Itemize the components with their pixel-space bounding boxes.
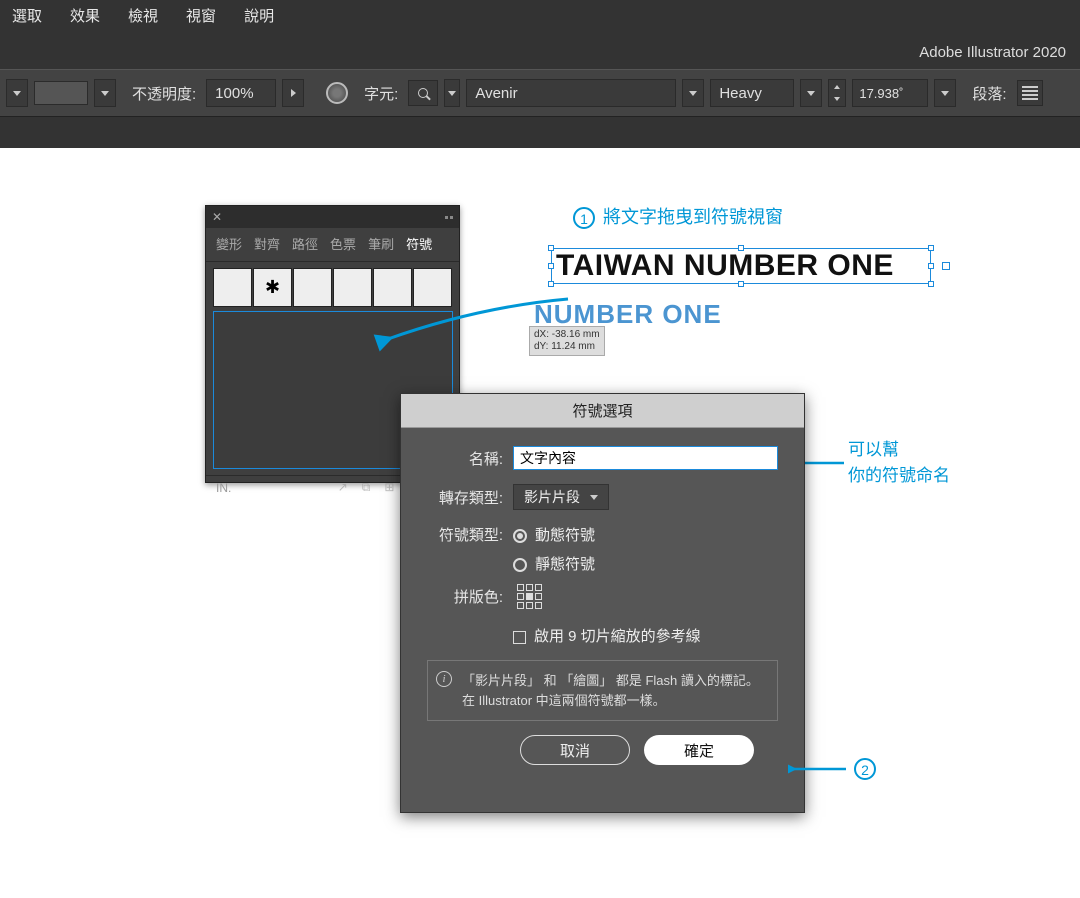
opacity-value[interactable]: 100% [206, 79, 276, 107]
radio-dynamic[interactable]: 動態符號 [513, 524, 595, 545]
font-weight-dropdown[interactable] [800, 79, 822, 107]
symbol-thumb-4[interactable] [333, 268, 372, 307]
font-size-field[interactable]: 17.938˚ [852, 79, 928, 107]
step-2-number: 2 [854, 758, 876, 780]
swatch-dropdown[interactable] [94, 79, 116, 107]
registration-grid[interactable] [517, 584, 542, 609]
paragraph-align-icon[interactable] [1017, 80, 1043, 106]
app-top-region: 選取 效果 檢視 視窗 說明 Adobe Illustrator 2020 不透… [0, 0, 1080, 148]
chevron-down-icon [590, 495, 598, 500]
menu-effect[interactable]: 效果 [70, 5, 100, 26]
symbol-options-icon[interactable]: ⊞ [384, 480, 394, 495]
break-link-icon[interactable]: ⧉ [362, 480, 371, 495]
library-menu-icon[interactable]: IN. [216, 481, 231, 495]
annotation-arrow-step2 [788, 762, 848, 776]
symbol-thumb-1[interactable] [213, 268, 252, 307]
symbol-type-label: 符號類型: [427, 524, 503, 545]
font-family-dropdown[interactable] [682, 79, 704, 107]
paragraph-label: 段落: [972, 83, 1006, 104]
opacity-label: 不透明度: [132, 83, 196, 104]
tab-align[interactable]: 對齊 [254, 234, 280, 253]
menu-select[interactable]: 選取 [12, 5, 42, 26]
cancel-button[interactable]: 取消 [520, 735, 630, 765]
opacity-stepper[interactable] [282, 79, 304, 107]
font-size-stepper[interactable] [828, 79, 846, 107]
radio-static[interactable]: 靜態符號 [513, 553, 595, 574]
menu-help[interactable]: 說明 [244, 5, 274, 26]
info-icon: i [436, 671, 452, 687]
fill-dropdown[interactable] [6, 79, 28, 107]
menu-view[interactable]: 檢視 [128, 5, 158, 26]
name-input[interactable] [513, 446, 778, 470]
menu-window[interactable]: 視窗 [186, 5, 216, 26]
step-1-label: 將文字拖曳到符號視窗 [603, 207, 783, 227]
export-type-label: 轉存類型: [427, 487, 503, 508]
annotation-naming: 可以幫 你的符號命名 [848, 437, 950, 488]
radio-dynamic-label: 動態符號 [535, 527, 595, 544]
export-type-value: 影片片段 [524, 487, 580, 507]
nine-slice-label: 啟用 9 切片縮放的參考線 [534, 628, 701, 645]
tab-symbols[interactable]: 符號 [406, 234, 432, 253]
tab-swatches[interactable]: 色票 [330, 234, 356, 253]
panel-tabs: 變形 對齊 路徑 色票 筆刷 符號 [206, 228, 459, 262]
registration-label: 拼版色: [427, 586, 503, 607]
nine-slice-checkbox[interactable]: 啟用 9 切片縮放的參考線 [513, 625, 701, 646]
artboard-text-main[interactable]: TAIWAN NUMBER ONE [556, 249, 894, 283]
font-search-icon[interactable] [408, 80, 438, 106]
ok-button[interactable]: 確定 [644, 735, 754, 765]
close-icon[interactable]: ✕ [212, 210, 222, 224]
font-family-field[interactable]: Avenir [466, 79, 676, 107]
panel-header[interactable]: ✕ [206, 206, 459, 228]
character-label: 字元: [364, 83, 398, 104]
export-type-select[interactable]: 影片片段 [513, 484, 609, 510]
font-search-dropdown[interactable] [444, 79, 460, 107]
dialog-title: 符號選項 [401, 394, 804, 428]
symbol-thumb-2[interactable]: ✱ [253, 268, 292, 307]
radio-static-label: 靜態符號 [535, 556, 595, 573]
font-weight-field[interactable]: Heavy [710, 79, 794, 107]
place-symbol-icon[interactable]: ↗ [338, 480, 348, 495]
name-label: 名稱: [427, 448, 503, 469]
tab-transform[interactable]: 變形 [216, 234, 242, 253]
drag-arrow-annotation [378, 297, 568, 357]
font-size-dropdown[interactable] [934, 79, 956, 107]
tab-pathfinder[interactable]: 路徑 [292, 234, 318, 253]
panel-grip-icon[interactable] [445, 216, 453, 219]
tab-brushes[interactable]: 筆刷 [368, 234, 394, 253]
annotation-step-2: 2 [788, 758, 884, 780]
info-box: i 「影片片段」 和 「繪圖」 都是 Flash 讀入的標記。在 Illustr… [427, 660, 778, 721]
annotation-naming-line2: 你的符號命名 [848, 463, 950, 489]
symbol-options-dialog: 符號選項 名稱: 轉存類型: 影片片段 符號類型: 動態符號 靜態符號 拼版色:… [400, 393, 805, 813]
info-text: 「影片片段」 和 「繪圖」 都是 Flash 讀入的標記。在 Illustrat… [462, 673, 759, 708]
menu-bar: 選取 效果 檢視 視窗 說明 [0, 0, 1080, 34]
recolor-art-icon[interactable] [326, 82, 348, 104]
fill-swatch[interactable] [34, 81, 88, 105]
control-bar: 不透明度: 100% 字元: Avenir Heavy 17.938˚ 段落: [0, 69, 1080, 117]
annotation-naming-line1: 可以幫 [848, 437, 950, 463]
step-1-number: 1 [573, 207, 595, 229]
app-title: Adobe Illustrator 2020 [0, 34, 1080, 69]
annotation-step-1: 1 將文字拖曳到符號視窗 [573, 203, 783, 229]
symbol-thumb-3[interactable] [293, 268, 332, 307]
